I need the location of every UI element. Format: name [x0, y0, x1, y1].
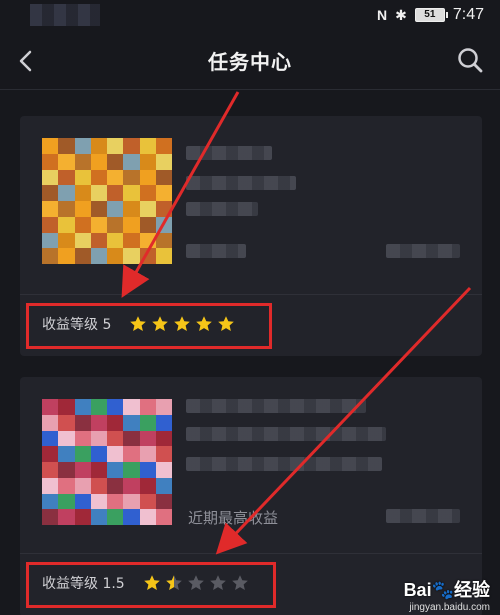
task-info-redacted [186, 244, 246, 258]
search-icon[interactable] [456, 46, 484, 74]
battery-icon: 51 [414, 8, 448, 22]
status-notification-icons [30, 4, 100, 26]
task-reward-redacted [386, 509, 460, 523]
bluetooth-icon: ✱ [395, 6, 407, 23]
nfc-icon: N [377, 7, 388, 23]
annotation-box [26, 562, 276, 608]
page-title: 任务中心 [208, 50, 292, 74]
status-bar: N ✱ 51 7:47 [0, 0, 500, 32]
task-thumbnail [42, 399, 172, 525]
clock: 7:47 [452, 6, 484, 23]
header: 任务中心 [0, 32, 500, 90]
divider [20, 294, 482, 295]
annotation-box [26, 303, 272, 349]
watermark: Bai🐾经验 jingyan.baidu.com [404, 576, 490, 613]
task-desc-redacted [186, 176, 296, 190]
task-subtitle: 近期最高收益 [188, 509, 279, 527]
task-thumbnail [42, 138, 172, 264]
task-desc-redacted [186, 202, 258, 216]
task-reward-redacted [386, 244, 460, 258]
divider [20, 553, 482, 554]
status-icons: N ✱ 51 7:47 [377, 6, 484, 24]
task-title-redacted [186, 399, 366, 413]
task-title-redacted [186, 146, 272, 160]
task-desc-redacted [186, 427, 386, 441]
watermark-url: jingyan.baidu.com [409, 602, 490, 613]
task-desc-redacted [186, 457, 382, 471]
watermark-logo: Bai🐾经验 [403, 580, 490, 600]
